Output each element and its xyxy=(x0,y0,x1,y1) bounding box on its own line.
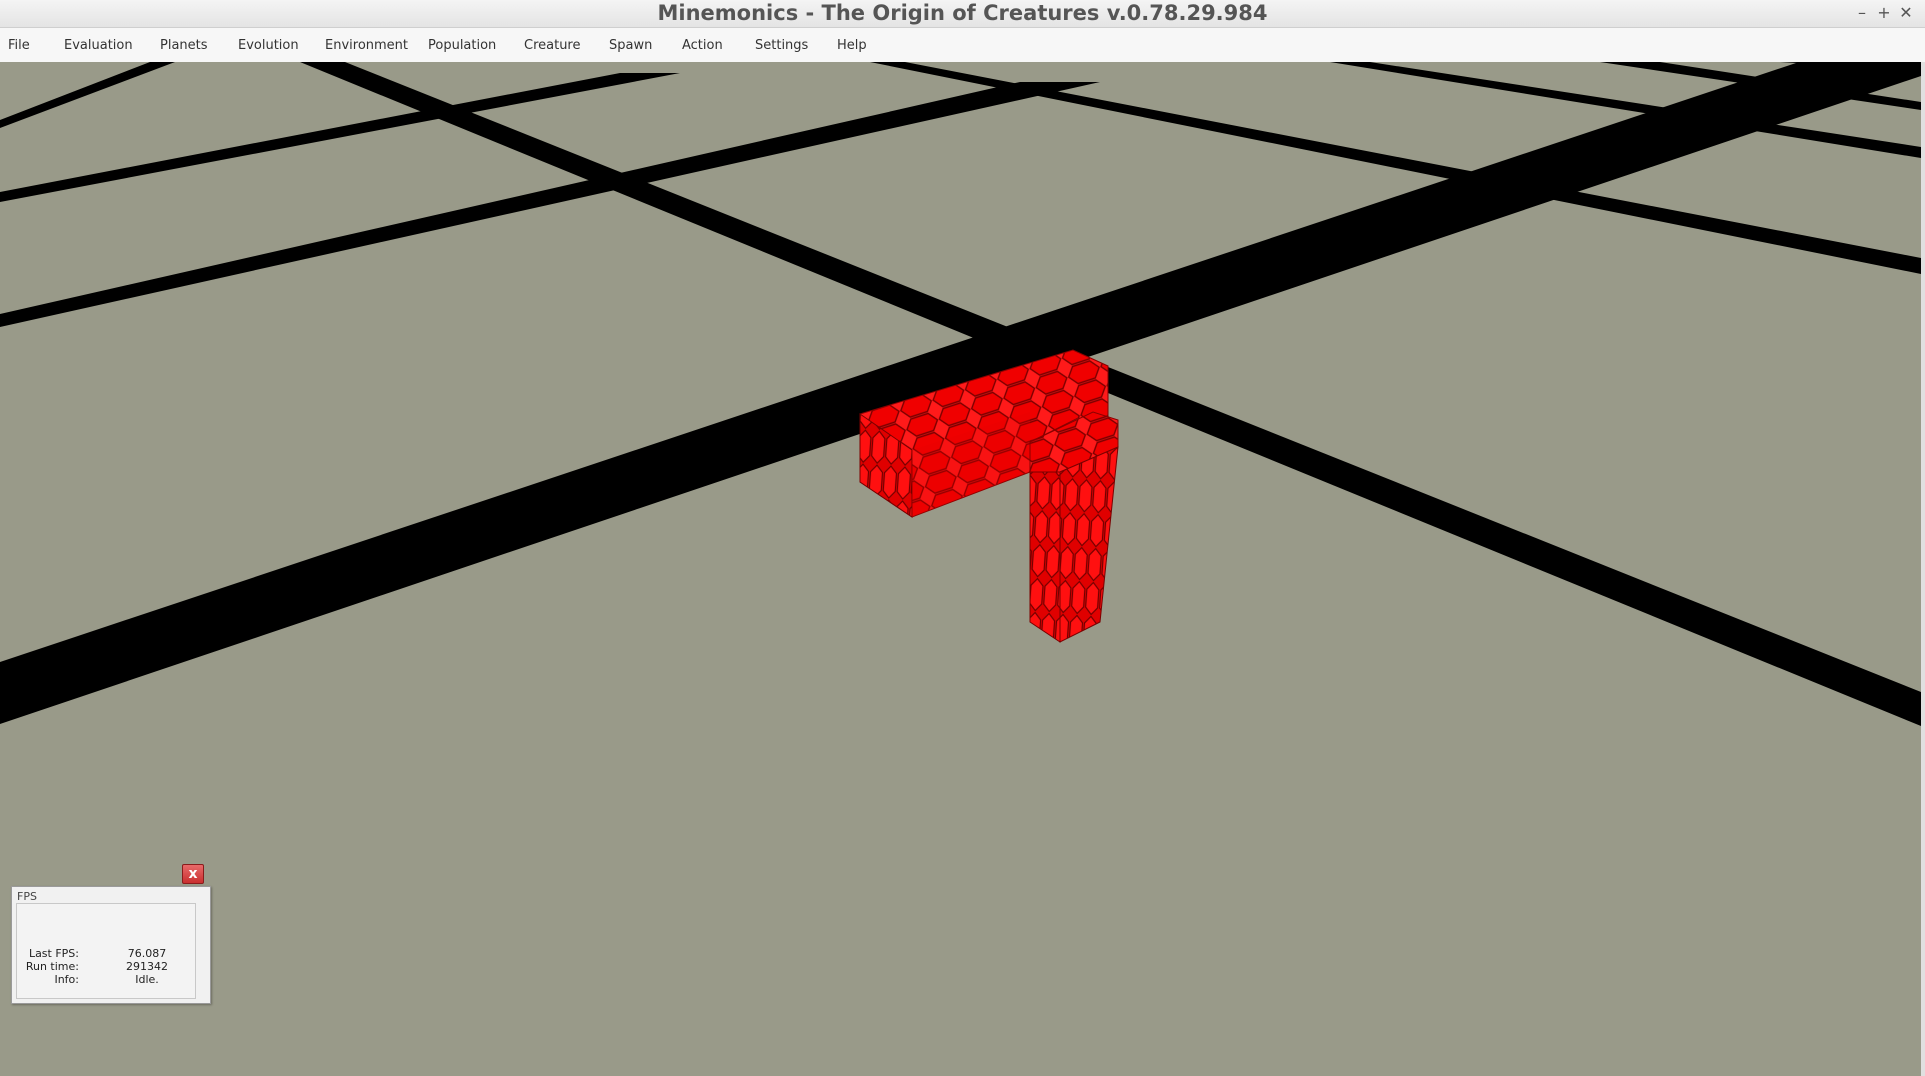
minimize-button[interactable]: – xyxy=(1852,2,1872,24)
title-bar[interactable]: Minemonics - The Origin of Creatures v.0… xyxy=(0,0,1925,28)
close-button[interactable]: ✕ xyxy=(1896,2,1916,24)
fps-label-info: Info: xyxy=(54,973,79,986)
scene-render xyxy=(0,62,1921,1076)
menu-help[interactable]: Help xyxy=(837,38,867,53)
fps-label-run-time: Run time: xyxy=(25,960,79,973)
window-right-border xyxy=(1921,62,1925,1076)
fps-value-run-time: 291342 xyxy=(126,960,168,973)
fps-panel: FPS Last FPS: 76.087 Run time: 291342 In… xyxy=(11,886,211,1004)
menu-environment[interactable]: Environment xyxy=(325,38,408,53)
fps-value-info: Idle. xyxy=(135,973,159,986)
window-title: Minemonics - The Origin of Creatures v.0… xyxy=(657,1,1268,25)
menu-bar: File Evaluation Planets Evolution Enviro… xyxy=(0,28,1925,63)
menu-evaluation[interactable]: Evaluation xyxy=(64,38,133,53)
menu-creature[interactable]: Creature xyxy=(524,38,581,53)
application-window: Minemonics - The Origin of Creatures v.0… xyxy=(0,0,1925,1076)
menu-planets[interactable]: Planets xyxy=(160,38,208,53)
menu-evolution[interactable]: Evolution xyxy=(238,38,299,53)
menu-population[interactable]: Population xyxy=(428,38,496,53)
menu-file[interactable]: File xyxy=(8,38,30,53)
fps-value-last-fps: 76.087 xyxy=(127,947,167,960)
maximize-button[interactable]: + xyxy=(1874,2,1894,24)
menu-action[interactable]: Action xyxy=(682,38,723,53)
menu-spawn[interactable]: Spawn xyxy=(609,38,652,53)
fps-panel-title: FPS xyxy=(17,890,37,903)
fps-label-last-fps: Last FPS: xyxy=(28,947,79,960)
fps-close-icon[interactable]: x xyxy=(182,864,204,884)
fps-panel-content: Last FPS: 76.087 Run time: 291342 Info: … xyxy=(16,903,196,999)
3d-viewport[interactable] xyxy=(0,62,1921,1076)
menu-settings[interactable]: Settings xyxy=(755,38,808,53)
